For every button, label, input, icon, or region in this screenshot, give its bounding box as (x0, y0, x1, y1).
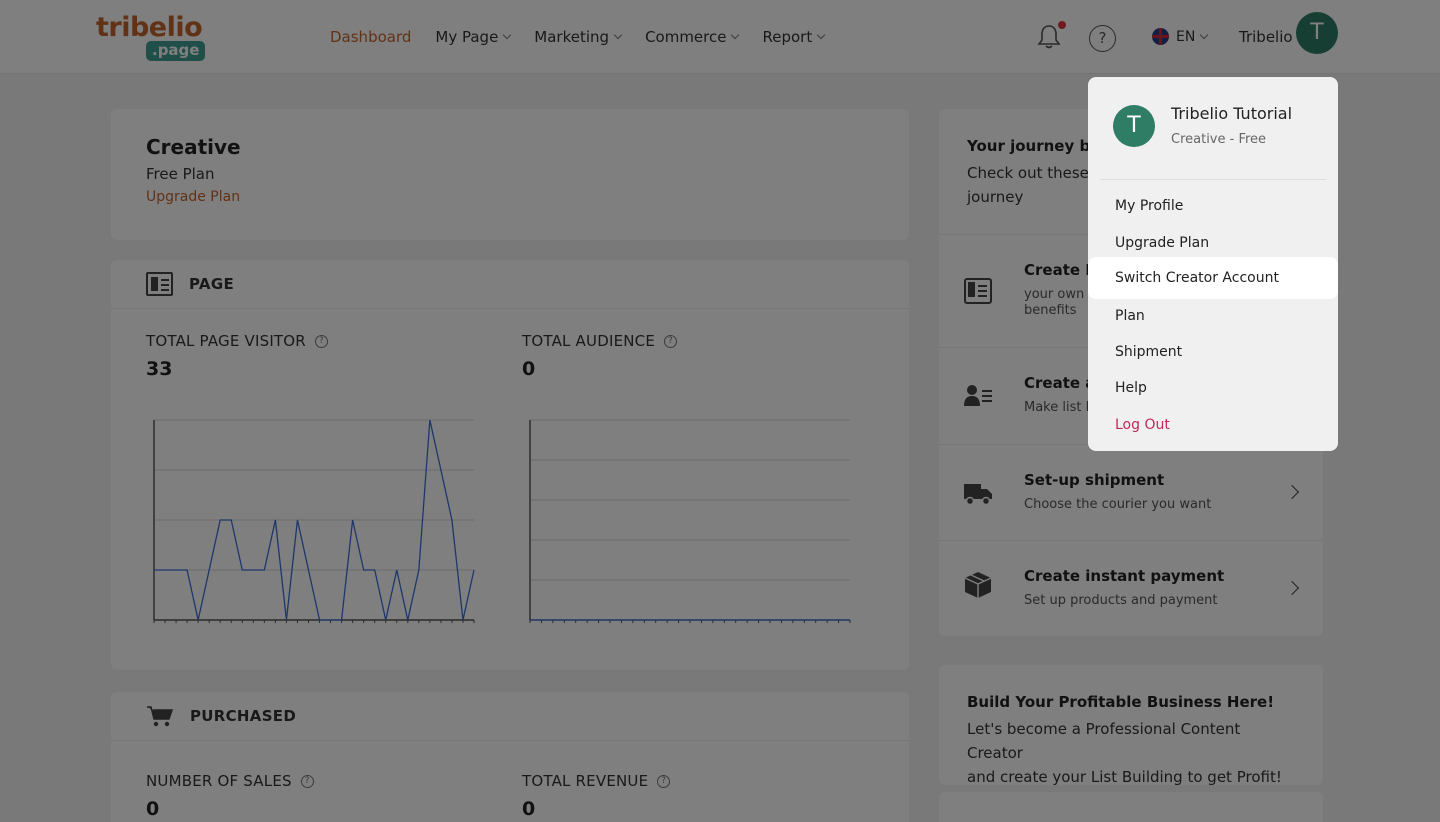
menu-item-log-out[interactable]: Log Out (1088, 407, 1338, 443)
menu-item-upgrade-plan[interactable]: Upgrade Plan (1088, 225, 1338, 261)
dropdown-user-plan: Creative - Free (1171, 132, 1267, 147)
menu-item-plan[interactable]: Plan (1088, 298, 1338, 334)
menu-item-shipment[interactable]: Shipment (1088, 334, 1338, 370)
dropdown-user-header: T Tribelio Tutorial Creative - Free (1088, 77, 1338, 180)
avatar: T (1113, 105, 1155, 147)
dropdown-user-name: Tribelio Tutorial (1171, 104, 1293, 123)
divider (1100, 179, 1326, 180)
menu-item-switch-creator-account[interactable]: Switch Creator Account (1088, 257, 1338, 299)
menu-item-help[interactable]: Help (1088, 370, 1338, 406)
user-dropdown-menu: T Tribelio Tutorial Creative - Free My P… (1088, 77, 1338, 451)
menu-item-my-profile[interactable]: My Profile (1088, 188, 1338, 224)
